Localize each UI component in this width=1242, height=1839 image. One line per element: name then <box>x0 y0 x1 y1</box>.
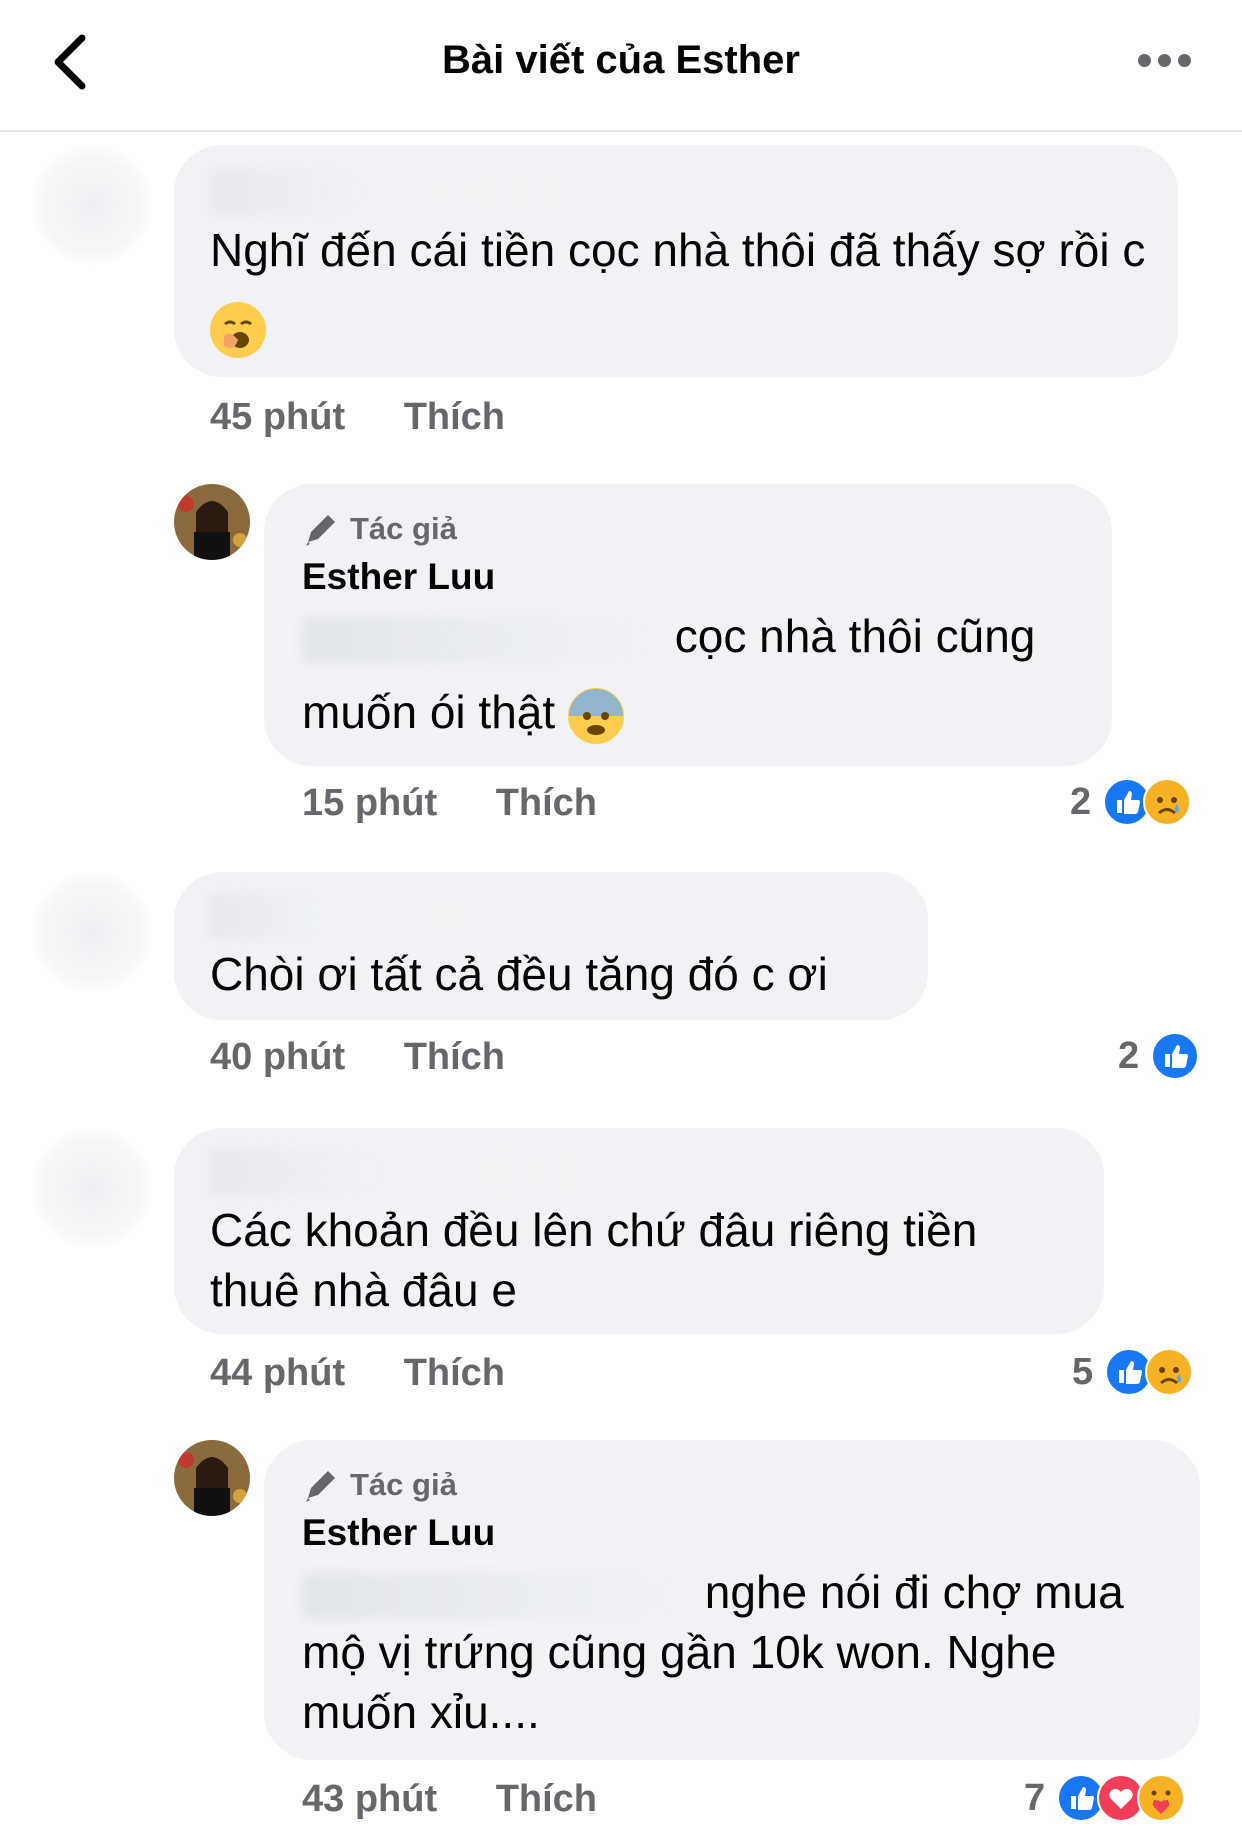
commenter-avatar[interactable] <box>32 1128 152 1248</box>
commenter-avatar[interactable] <box>32 872 152 992</box>
comment-time[interactable]: 40 phút <box>210 1036 345 1078</box>
blurred-mention[interactable] <box>302 616 662 663</box>
comment-time[interactable]: 44 phút <box>210 1352 345 1394</box>
author-badge-label: Tác giả <box>350 511 457 546</box>
like-button[interactable]: Thích <box>404 1352 505 1394</box>
blurred-commenter-name[interactable] <box>210 892 470 940</box>
comment-text: Chòi ơi tất cả đều tăng đó c ơi <box>210 948 828 1000</box>
reply-meta: 43 phút Thích <box>302 1778 597 1821</box>
reply-text: nghe nói đi chợ mua mộ vị trứng cũng gần… <box>302 1566 1124 1738</box>
reply-text: cọc nhà thôi cũng muốn ói thật <box>302 598 1102 750</box>
pencil-icon <box>306 515 335 546</box>
comment-time[interactable]: 43 phút <box>302 1778 437 1820</box>
pencil-icon <box>306 1471 335 1502</box>
comment-time[interactable]: 45 phút <box>210 396 345 438</box>
author-badge: Tác giả <box>302 1466 457 1504</box>
comment-meta: 40 phút Thích <box>210 1036 505 1079</box>
reaction-count: 7 <box>1024 1776 1046 1819</box>
comment-text: Nghĩ đến cái tiền cọc nhà thôi đã thấy s… <box>210 212 1150 364</box>
comment-text: Các khoản đều lên chứ đâu riêng tiền thu… <box>210 1204 978 1316</box>
author-badge: Tác giả <box>302 510 457 548</box>
like-button[interactable]: Thích <box>496 782 597 824</box>
like-button[interactable]: Thích <box>404 1036 505 1078</box>
sad-reaction-icon <box>1145 1348 1194 1396</box>
commenter-avatar[interactable] <box>32 145 152 265</box>
like-reaction-icon <box>1151 1032 1200 1080</box>
like-button[interactable]: Thích <box>496 1778 597 1820</box>
reaction-summary[interactable]: 7 <box>1024 1774 1186 1822</box>
like-button[interactable]: Thích <box>404 396 505 438</box>
comment-meta: 44 phút Thích <box>210 1352 505 1395</box>
sad-reaction-icon <box>1143 778 1192 826</box>
blurred-mention[interactable] <box>302 1572 692 1619</box>
reaction-summary[interactable]: 2 <box>1070 778 1192 826</box>
yawning-face-emoji <box>210 301 266 358</box>
reaction-summary[interactable]: 5 <box>1072 1348 1194 1396</box>
author-badge-label: Tác giả <box>350 1467 457 1502</box>
blurred-commenter-name[interactable] <box>210 168 570 216</box>
reaction-summary[interactable]: 2 <box>1118 1032 1200 1080</box>
reply-meta: 15 phút Thích <box>302 782 597 825</box>
top-bar: Bài viết của Esther <box>0 0 1242 132</box>
comment-meta: 45 phút Thích <box>210 396 505 439</box>
author-name[interactable]: Esther Luu <box>302 1512 495 1554</box>
fearful-face-emoji <box>567 687 624 744</box>
care-reaction-icon <box>1137 1774 1186 1822</box>
comment-time[interactable]: 15 phút <box>302 782 437 824</box>
author-name[interactable]: Esther Luu <box>302 556 495 598</box>
more-options-icon[interactable] <box>1138 48 1198 72</box>
page-title: Bài viết của Esther <box>442 38 800 82</box>
reaction-count: 2 <box>1070 780 1092 823</box>
reaction-count: 5 <box>1072 1350 1094 1393</box>
blurred-commenter-name[interactable] <box>210 1148 590 1196</box>
author-avatar[interactable] <box>174 484 250 560</box>
reaction-count: 2 <box>1118 1034 1140 1077</box>
author-avatar[interactable] <box>174 1440 250 1516</box>
